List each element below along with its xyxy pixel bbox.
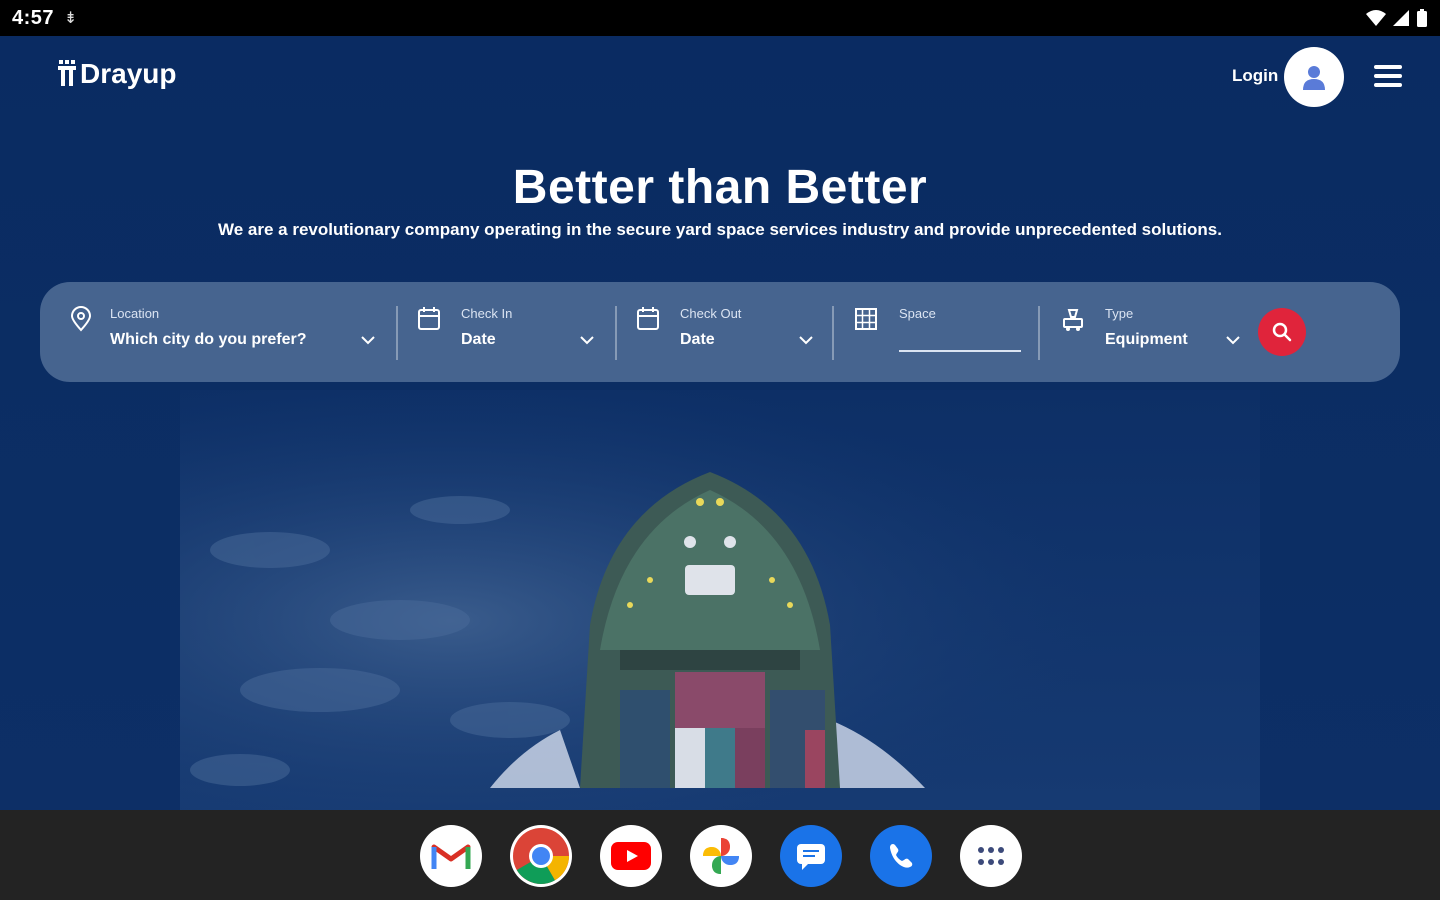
wifi-icon xyxy=(1366,10,1386,26)
type-label: Type xyxy=(1105,306,1134,321)
messages-app-icon[interactable] xyxy=(780,825,842,887)
search-button[interactable] xyxy=(1258,308,1306,356)
location-label: Location xyxy=(110,306,160,321)
calendar-icon xyxy=(418,307,440,330)
field-divider xyxy=(615,306,617,360)
location-field[interactable]: Location Which city do you prefer? xyxy=(40,282,390,382)
usb-icon: ⇟ xyxy=(64,10,78,27)
chevron-down-icon xyxy=(361,336,375,345)
avatar[interactable] xyxy=(1284,47,1344,107)
menu-line xyxy=(1374,83,1402,87)
check-in-field[interactable]: Check In Date xyxy=(400,282,615,382)
signal-icon xyxy=(1393,10,1409,26)
field-divider xyxy=(832,306,834,360)
drayup-logo-icon xyxy=(58,60,76,86)
equipment-icon xyxy=(1063,309,1083,331)
grid-area-icon xyxy=(855,308,877,330)
space-label: Space xyxy=(899,306,936,321)
phone-icon xyxy=(890,844,913,868)
field-divider xyxy=(396,306,398,360)
calendar-icon xyxy=(637,307,659,330)
search-icon xyxy=(1272,322,1292,342)
photos-pinwheel-icon xyxy=(703,838,739,874)
gmail-icon xyxy=(431,844,471,869)
brand-logo[interactable]: Drayup xyxy=(56,58,176,90)
grid-dots-icon xyxy=(978,847,1004,865)
menu-line xyxy=(1374,74,1402,78)
hamburger-menu-button[interactable] xyxy=(1372,62,1404,90)
phone-app-icon[interactable] xyxy=(870,825,932,887)
type-field[interactable]: Type Equipment xyxy=(1044,282,1244,382)
youtube-app-icon[interactable] xyxy=(600,825,662,887)
status-time: 4:57 xyxy=(12,6,55,29)
hero-ship-image xyxy=(180,390,1260,810)
brand-name: Drayup xyxy=(80,58,177,89)
check-out-label: Check Out xyxy=(680,306,742,321)
check-out-field[interactable]: Check Out Date xyxy=(620,282,834,382)
location-value: Which city do you prefer? xyxy=(110,331,307,348)
photos-app-icon[interactable] xyxy=(690,825,752,887)
user-icon xyxy=(1303,66,1325,90)
type-value: Equipment xyxy=(1105,331,1188,348)
chevron-down-icon xyxy=(1226,336,1240,345)
check-in-label: Check In xyxy=(461,306,513,321)
app-drawer-icon[interactable] xyxy=(960,825,1022,887)
youtube-icon xyxy=(611,842,651,870)
search-bar: Location Which city do you prefer? Check… xyxy=(40,282,1400,382)
location-pin-icon xyxy=(70,306,92,332)
login-link[interactable]: Login xyxy=(1232,66,1278,86)
check-in-value: Date xyxy=(461,331,496,348)
space-field[interactable]: Space xyxy=(836,282,1036,382)
battery-icon xyxy=(1417,9,1427,27)
app-dock xyxy=(0,810,1440,900)
chevron-down-icon xyxy=(799,336,813,345)
header: Drayup Login xyxy=(0,36,1440,126)
check-out-value: Date xyxy=(680,331,715,348)
field-divider xyxy=(1038,306,1040,360)
chevron-down-icon xyxy=(580,336,594,345)
gmail-app-icon[interactable] xyxy=(420,825,482,887)
status-indicators xyxy=(1366,8,1428,28)
chrome-app-icon[interactable] xyxy=(510,825,572,887)
message-bubble-icon xyxy=(797,844,825,870)
space-input-underline xyxy=(899,350,1021,352)
menu-line xyxy=(1374,65,1402,69)
ship-illustration xyxy=(180,390,1260,810)
chrome-icon xyxy=(513,828,569,884)
status-bar: 4:57 ⇟ xyxy=(0,0,1440,36)
hero-subtitle: We are a revolutionary company operating… xyxy=(218,220,1222,239)
app-screen: Drayup Login Better than Better We are a… xyxy=(0,36,1440,810)
hero-title: Better than Better xyxy=(512,161,928,214)
